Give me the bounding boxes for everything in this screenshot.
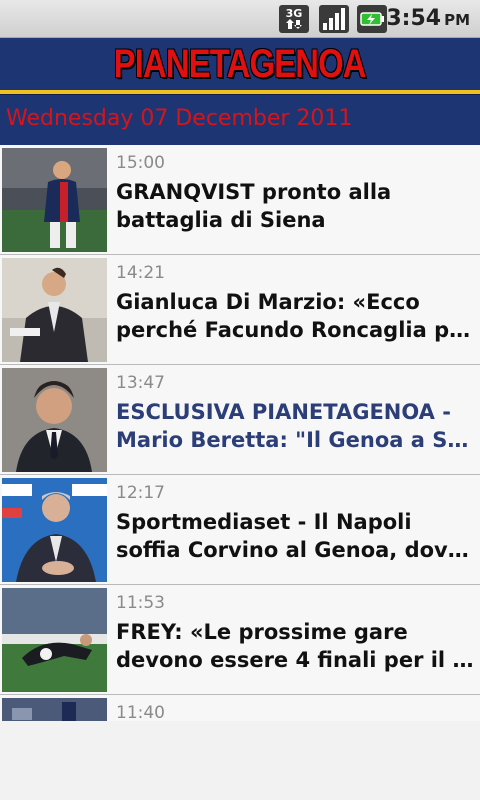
news-time: 14:21 [116, 263, 165, 283]
news-title: FREY: «Le prossime gare devono essere 4 … [116, 618, 474, 674]
status-bar: 3G 3:54 PM [0, 0, 480, 38]
news-title-line: Mario Beretta: "Il Genoa a Si… [116, 428, 474, 452]
app-logo[interactable]: PIANETAGENOA [0, 38, 480, 90]
battery-charging-icon [357, 5, 387, 33]
signal-strength-icon [319, 5, 349, 33]
news-time: 11:40 [116, 703, 165, 721]
news-title-line: ESCLUSIVA PIANETAGENOA - [116, 400, 451, 424]
news-title-line: GRANQVIST pronto alla [116, 180, 392, 204]
news-item[interactable]: 11:40 [0, 695, 480, 721]
news-title-line: Gianluca Di Marzio: «Ecco [116, 290, 420, 314]
news-item[interactable]: 13:47 ESCLUSIVA PIANETAGENOA - Mario Ber… [0, 365, 480, 475]
news-list[interactable]: 15:00 GRANQVIST pronto alla battaglia di… [0, 145, 480, 721]
news-title: ESCLUSIVA PIANETAGENOA - Mario Beretta: … [116, 398, 474, 454]
clock-time: 3:54 [386, 6, 442, 31]
clock: 3:54 PM [386, 3, 470, 35]
news-title-line: devono essere 4 finali per il … [116, 648, 474, 672]
date-text: Wednesday 07 December 2011 [6, 106, 353, 131]
news-thumbnail [2, 588, 107, 692]
news-title-line: soffia Corvino al Genoa, dove… [116, 538, 474, 562]
date-header: Wednesday 07 December 2011 [0, 94, 480, 145]
news-time: 12:17 [116, 483, 165, 503]
news-item[interactable]: 15:00 GRANQVIST pronto alla battaglia di… [0, 145, 480, 255]
news-time: 11:53 [116, 593, 165, 613]
news-title-line: Sportmediaset - Il Napoli [116, 510, 412, 534]
app-logo-text: PIANETAGENOA [114, 41, 367, 86]
app-header: PIANETAGENOA [0, 38, 480, 94]
news-thumbnail [2, 368, 107, 472]
news-time: 15:00 [116, 153, 165, 173]
news-title-line: perché Facundo Roncaglia po… [116, 318, 474, 342]
3g-data-icon: 3G [279, 5, 309, 33]
news-item[interactable]: 11:53 FREY: «Le prossime gare devono ess… [0, 585, 480, 695]
news-item[interactable]: 14:21 Gianluca Di Marzio: «Ecco perché F… [0, 255, 480, 365]
news-item[interactable]: 12:17 Sportmediaset - Il Napoli soffia C… [0, 475, 480, 585]
clock-ampm: PM [444, 11, 470, 29]
news-thumbnail [2, 258, 107, 362]
svg-text:3G: 3G [286, 7, 303, 20]
news-thumbnail [2, 698, 107, 721]
news-title: Gianluca Di Marzio: «Ecco perché Facundo… [116, 288, 474, 344]
news-time: 13:47 [116, 373, 165, 393]
news-thumbnail [2, 148, 107, 252]
news-thumbnail [2, 478, 107, 582]
news-title-line: FREY: «Le prossime gare [116, 620, 408, 644]
news-title: GRANQVIST pronto alla battaglia di Siena [116, 178, 474, 234]
news-title-line: battaglia di Siena [116, 208, 326, 232]
news-title: Sportmediaset - Il Napoli soffia Corvino… [116, 508, 474, 564]
